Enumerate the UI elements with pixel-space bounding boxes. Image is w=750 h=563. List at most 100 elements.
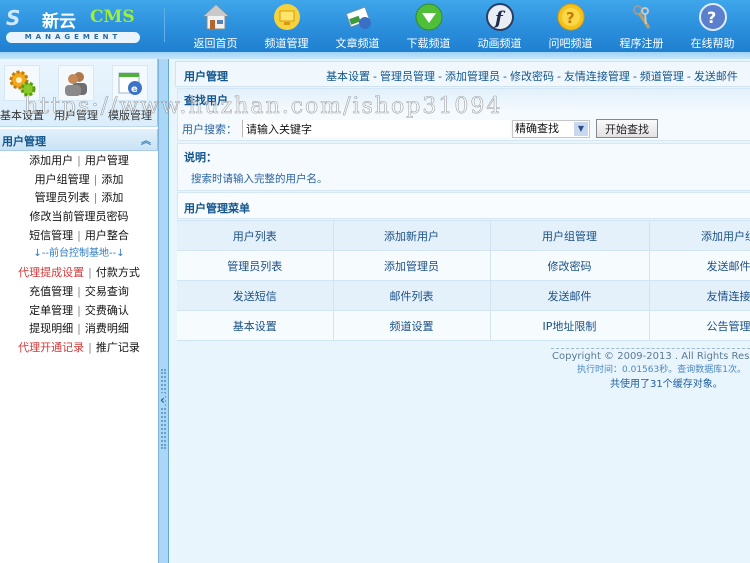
- sidebar-link[interactable]: 提现明细: [29, 322, 73, 335]
- start-search-button[interactable]: 开始查找: [596, 119, 658, 138]
- sidebar-tab-user-manage[interactable]: 用户管理: [50, 65, 102, 125]
- quick-link[interactable]: 添加管理员: [445, 70, 500, 83]
- menu-grid-link[interactable]: 用户列表: [177, 220, 334, 251]
- nav-ask-channel[interactable]: ? 问吧频道: [535, 0, 606, 52]
- menu-grid-link[interactable]: 发送邮件: [648, 250, 750, 281]
- page-title: 用户管理: [184, 70, 228, 83]
- article-icon: [343, 2, 373, 32]
- nav-home[interactable]: 返回首页: [180, 0, 251, 52]
- user-menu-grid: 用户列表添加新用户用户组管理添加用户组管理员列表添加管理员修改密码发送邮件发送短…: [177, 220, 750, 341]
- nav-label: 下载频道: [406, 37, 451, 50]
- menu-grid-link[interactable]: 邮件列表: [332, 280, 491, 311]
- menu-grid-link[interactable]: 公告管理: [648, 310, 750, 341]
- sidebar-link[interactable]: 定单管理: [29, 304, 73, 317]
- description-title: 说明：: [184, 151, 217, 164]
- sidebar-link[interactable]: 用户组管理: [35, 173, 90, 186]
- nav-program-register[interactable]: 程序注册: [606, 0, 677, 52]
- sidebar-row: 代理提成设置 | 付款方式: [0, 264, 158, 283]
- sidebar-link[interactable]: 添加: [101, 173, 123, 186]
- sidebar-link[interactable]: 用户整合: [85, 229, 129, 242]
- nav-article-channel[interactable]: 文章频道: [322, 0, 393, 52]
- sidebar-link[interactable]: 用户管理: [85, 154, 129, 167]
- sidebar-link[interactable]: 修改当前管理员密码: [30, 210, 129, 223]
- quick-link[interactable]: 友情连接管理: [564, 70, 630, 83]
- menu-grid-link[interactable]: 发送邮件: [489, 280, 650, 311]
- sidebar-row: 修改当前管理员密码: [0, 208, 158, 227]
- users-icon: [58, 65, 94, 101]
- separator: |: [88, 340, 92, 354]
- sidebar-tab-label: 模版管理: [108, 109, 152, 122]
- description-text: 搜索时请输入完整的用户名。: [191, 173, 328, 185]
- quick-link[interactable]: 发送邮件: [694, 70, 738, 83]
- nav-online-help[interactable]: ? 在线帮助: [677, 0, 748, 52]
- main-content: 用户管理 基本设置 - 管理员管理 - 添加管理员 - 修改密码 - 友情连接管理 - 频道管理 - 发…: [169, 59, 750, 563]
- sidebar-row: 添加用户 | 用户管理: [0, 152, 158, 171]
- cache-text: 共使用了31个缓存对象。: [610, 379, 723, 390]
- sidebar-link[interactable]: 充值管理: [29, 285, 73, 298]
- sidebar-tab-basic-settings[interactable]: 基本设置: [0, 65, 48, 125]
- menu-grid-link[interactable]: 发送短信: [177, 280, 334, 311]
- sidebar-link[interactable]: 交费确认: [85, 304, 129, 317]
- menu-grid-row: 基本设置 频道设置 IP地址限制 公告管理: [177, 310, 750, 341]
- menu-grid-link[interactable]: 添加管理员: [332, 250, 491, 281]
- quick-link[interactable]: 管理员管理: [380, 70, 435, 83]
- menu-grid-link[interactable]: 添加新用户: [332, 220, 491, 251]
- quick-link[interactable]: 频道管理: [640, 70, 684, 83]
- menu-grid-link[interactable]: 基本设置: [177, 310, 334, 341]
- sidebar-link[interactable]: 添加: [101, 191, 123, 204]
- separator: |: [77, 303, 81, 317]
- gears-icon: [4, 65, 40, 101]
- footer: Copyright © 2009-2013 . All Rights Reser…: [551, 348, 750, 390]
- question-coin-icon: ?: [556, 2, 586, 32]
- nav-flash-channel[interactable]: f 动画频道: [464, 0, 535, 52]
- monitor-icon: [272, 2, 302, 32]
- nav-channel-manage[interactable]: 频道管理: [251, 0, 322, 52]
- sidebar-link[interactable]: 交易查询: [85, 285, 129, 298]
- chevron-down-icon[interactable]: ▼: [574, 122, 588, 136]
- quick-link[interactable]: 修改密码: [510, 70, 554, 83]
- separator: |: [77, 284, 81, 298]
- logo-name-en: CMS: [90, 7, 135, 27]
- menu-grid-link[interactable]: 频道设置: [332, 310, 491, 341]
- sidebar-link[interactable]: 推广记录: [96, 341, 140, 354]
- template-icon: e: [112, 65, 148, 101]
- menu-grid-link[interactable]: 修改密码: [489, 250, 650, 281]
- sidebar-link[interactable]: 管理员列表: [35, 191, 90, 204]
- sidebar-link[interactable]: 付款方式: [96, 266, 140, 279]
- search-input[interactable]: [242, 120, 510, 137]
- sidebar-row: 代理开通记录 | 推广记录: [0, 339, 158, 358]
- menu-grid-link[interactable]: 友情连接: [648, 280, 750, 311]
- logo[interactable]: S 新云 CMS MANAGEMENT: [4, 6, 142, 44]
- collapse-sidebar-arrow-icon[interactable]: ‹: [160, 393, 165, 407]
- home-icon: [201, 2, 231, 32]
- nav-label: 问吧频道: [548, 37, 593, 50]
- separator: |: [93, 191, 98, 205]
- menu-grid-row: 用户列表添加新用户用户组管理添加用户组: [177, 220, 750, 251]
- menu-grid-link[interactable]: 管理员列表: [177, 250, 334, 281]
- splitter-grip[interactable]: [161, 369, 166, 449]
- header-bottom-bar: [0, 52, 750, 59]
- logo-name-cn: 新云: [42, 12, 76, 32]
- sidebar-section-header[interactable]: 用户管理 ︽: [0, 129, 158, 151]
- sidebar-link[interactable]: 添加用户: [29, 154, 73, 167]
- keys-icon: [627, 2, 657, 32]
- top-nav: 返回首页 频道管理 文章频道 下载频道 f 动画频道 ? 问吧频道 程序注册 ?…: [180, 0, 748, 52]
- footer-divider: [551, 348, 750, 349]
- quick-link[interactable]: 基本设置: [326, 70, 370, 83]
- sidebar-link[interactable]: 消费明细: [85, 322, 129, 335]
- sidebar-link[interactable]: 代理提成设置: [18, 266, 84, 279]
- sidebar-tab-label: 基本设置: [0, 109, 44, 122]
- sidebar-splitter[interactable]: ‹: [158, 59, 169, 563]
- nav-label: 在线帮助: [690, 37, 735, 50]
- nav-download-channel[interactable]: 下载频道: [393, 0, 464, 52]
- collapse-icon[interactable]: ︽: [141, 132, 151, 147]
- sidebar-tab-template-manage[interactable]: e 模版管理: [104, 65, 156, 125]
- menu-grid-link[interactable]: IP地址限制: [489, 310, 650, 341]
- menu-grid-link[interactable]: 用户组管理: [489, 220, 650, 251]
- menu-grid-link[interactable]: 添加用户组: [648, 220, 750, 251]
- search-mode-select[interactable]: 精确查找 ▼: [512, 120, 590, 138]
- svg-text:?: ?: [707, 8, 716, 27]
- sidebar-link[interactable]: 代理开通记录: [18, 341, 84, 354]
- separator: |: [77, 154, 81, 167]
- sidebar-link[interactable]: 短信管理: [29, 229, 73, 242]
